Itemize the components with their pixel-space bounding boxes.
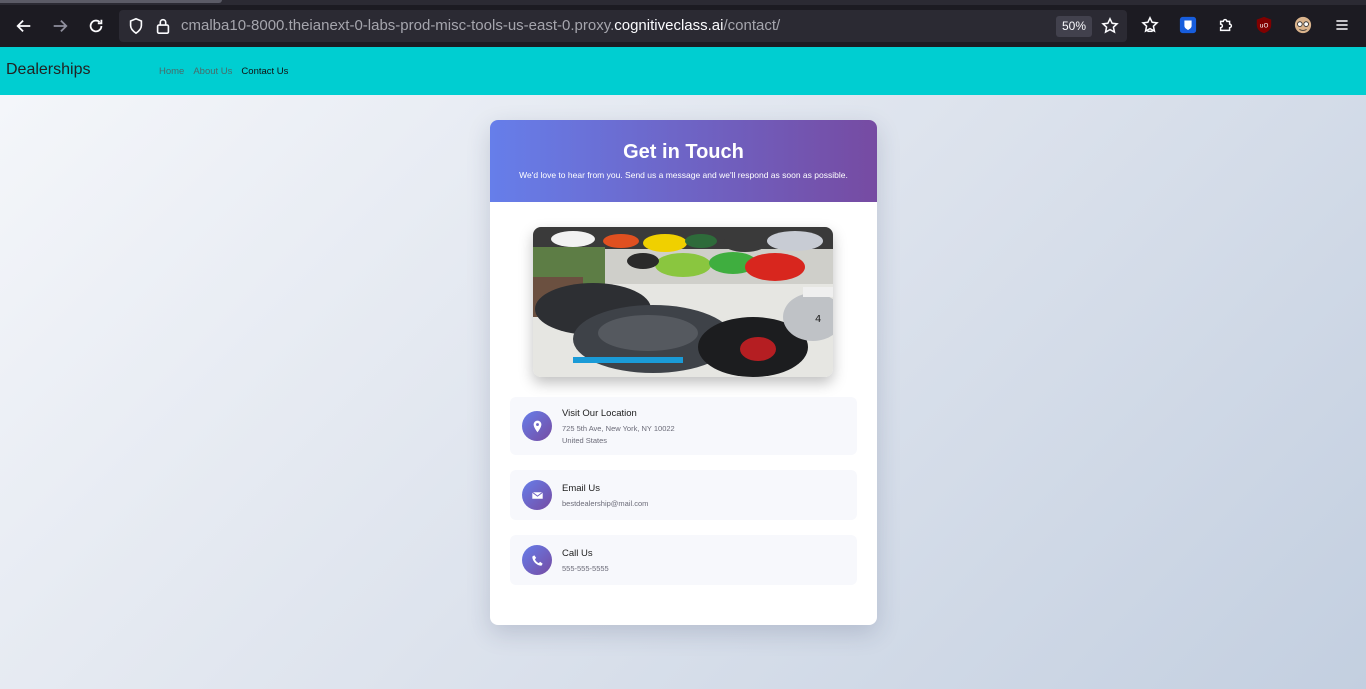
bitwarden-extension-icon[interactable]: [1178, 15, 1198, 35]
brand-logo-text[interactable]: Dealerships: [6, 61, 90, 79]
phone-number[interactable]: 555-555-5555: [562, 564, 609, 573]
nav-link-about-us[interactable]: About Us: [193, 66, 232, 77]
contact-card: Get in Touch We'd love to hear from you.…: [490, 120, 877, 625]
nav-link-home[interactable]: Home: [159, 66, 184, 77]
pocket-icon[interactable]: [1140, 15, 1160, 35]
nav-link-contact-us[interactable]: Contact Us: [241, 66, 288, 77]
location-address-line1: 725 5th Ave, New York, NY 10022: [562, 424, 675, 433]
url-text[interactable]: cmalba10-8000.theianext-0-labs-prod-misc…: [181, 17, 780, 34]
envelope-icon: [522, 480, 552, 510]
lock-icon[interactable]: [154, 17, 172, 35]
reload-button[interactable]: [82, 12, 110, 40]
phone-icon: [522, 545, 552, 575]
email-address[interactable]: bestdealership@mail.com: [562, 499, 648, 508]
nav-links: Home About Us Contact Us: [159, 66, 288, 77]
menu-hamburger-icon[interactable]: [1332, 15, 1352, 35]
forward-button[interactable]: [46, 12, 74, 40]
address-bar[interactable]: cmalba10-8000.theianext-0-labs-prod-misc…: [119, 10, 1127, 42]
bookmark-star-icon[interactable]: [1101, 17, 1119, 35]
location-pin-icon: [522, 411, 552, 441]
email-title: Email Us: [562, 483, 601, 494]
email-info-box: Email Us bestdealership@mail.com: [510, 470, 857, 520]
reload-icon: [89, 19, 103, 33]
tab-strip: [0, 0, 1366, 5]
svg-text:uO: uO: [1260, 23, 1269, 30]
profile-avatar-icon[interactable]: [1293, 15, 1313, 35]
contact-card-header: Get in Touch We'd love to hear from you.…: [490, 120, 877, 202]
browser-toolbar: cmalba10-8000.theianext-0-labs-prod-misc…: [0, 0, 1366, 47]
contact-title: Get in Touch: [623, 141, 744, 163]
location-title: Visit Our Location: [562, 408, 637, 419]
location-info-box: Visit Our Location 725 5th Ave, New York…: [510, 397, 857, 455]
contact-subtitle: We'd love to hear from you. Send us a me…: [519, 170, 848, 180]
zoom-level-badge[interactable]: 50%: [1056, 16, 1093, 37]
page-background: Get in Touch We'd love to hear from you.…: [0, 95, 1366, 689]
phone-info-box: Call Us 555-555-5555: [510, 535, 857, 585]
location-address-line2: United States: [562, 436, 608, 445]
svg-text:4: 4: [815, 314, 821, 325]
site-navbar: Dealerships Home About Us Contact Us: [0, 47, 1366, 95]
active-tab-indicator[interactable]: [0, 0, 222, 3]
ublock-origin-icon[interactable]: uO: [1254, 15, 1274, 35]
phone-title: Call Us: [562, 548, 593, 559]
extensions-puzzle-icon[interactable]: [1216, 15, 1236, 35]
url-prefix: cmalba10-8000.theianext-0-labs-prod-misc…: [181, 17, 615, 34]
back-button[interactable]: [10, 12, 38, 40]
arrow-left-icon: [16, 19, 31, 33]
url-host: cognitiveclass.ai: [614, 17, 724, 34]
arrow-right-icon: [53, 19, 68, 33]
shield-icon[interactable]: [127, 17, 145, 35]
showroom-cars-image: 4: [533, 227, 833, 377]
url-path: /contact/: [723, 17, 781, 34]
